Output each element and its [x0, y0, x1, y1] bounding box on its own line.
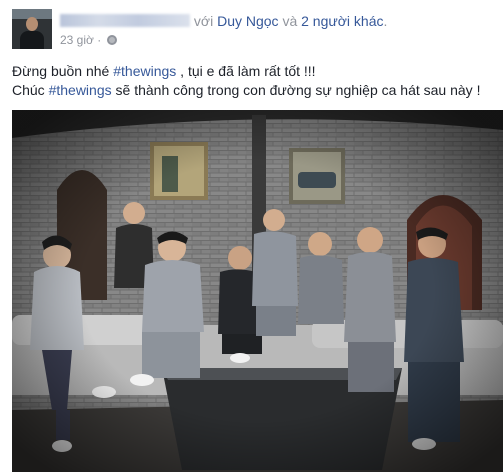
caption-line-1: Đừng buồn nhé #thewings , tụi e đã làm r… — [12, 62, 497, 81]
caption-line-2: Chúc #thewings sẽ thành công trong con đ… — [12, 81, 497, 100]
hashtag-link[interactable]: #thewings — [49, 82, 112, 98]
with-connector: với — [193, 13, 214, 29]
post-photo[interactable] — [12, 110, 503, 472]
caption-text: Chúc — [12, 82, 49, 98]
caption-text: sẽ thành công trong con đường sự nghiệp … — [111, 82, 481, 98]
author-name-blurred[interactable] — [60, 14, 190, 27]
post-meta: 23 giờ · — [60, 33, 117, 47]
caption-text: , tụi e đã làm rất tốt !!! — [176, 63, 316, 79]
header-period: . — [383, 13, 388, 29]
others-link[interactable]: 2 người khác — [301, 13, 383, 29]
group-photo-image — [12, 110, 503, 472]
and-connector: và — [282, 13, 298, 29]
post-caption: Đừng buồn nhé #thewings , tụi e đã làm r… — [12, 62, 497, 100]
caption-text: Đừng buồn nhé — [12, 63, 114, 79]
timestamp-link[interactable]: 23 giờ — [60, 33, 94, 47]
tagged-friend-link[interactable]: Duy Ngọc — [217, 13, 278, 29]
meta-separator: · — [97, 33, 102, 47]
author-avatar[interactable] — [12, 9, 52, 49]
post-header: với Duy Ngọc và 2 người khác. — [60, 12, 387, 30]
hashtag-link[interactable]: #thewings — [113, 63, 176, 79]
globe-icon[interactable] — [106, 35, 117, 45]
